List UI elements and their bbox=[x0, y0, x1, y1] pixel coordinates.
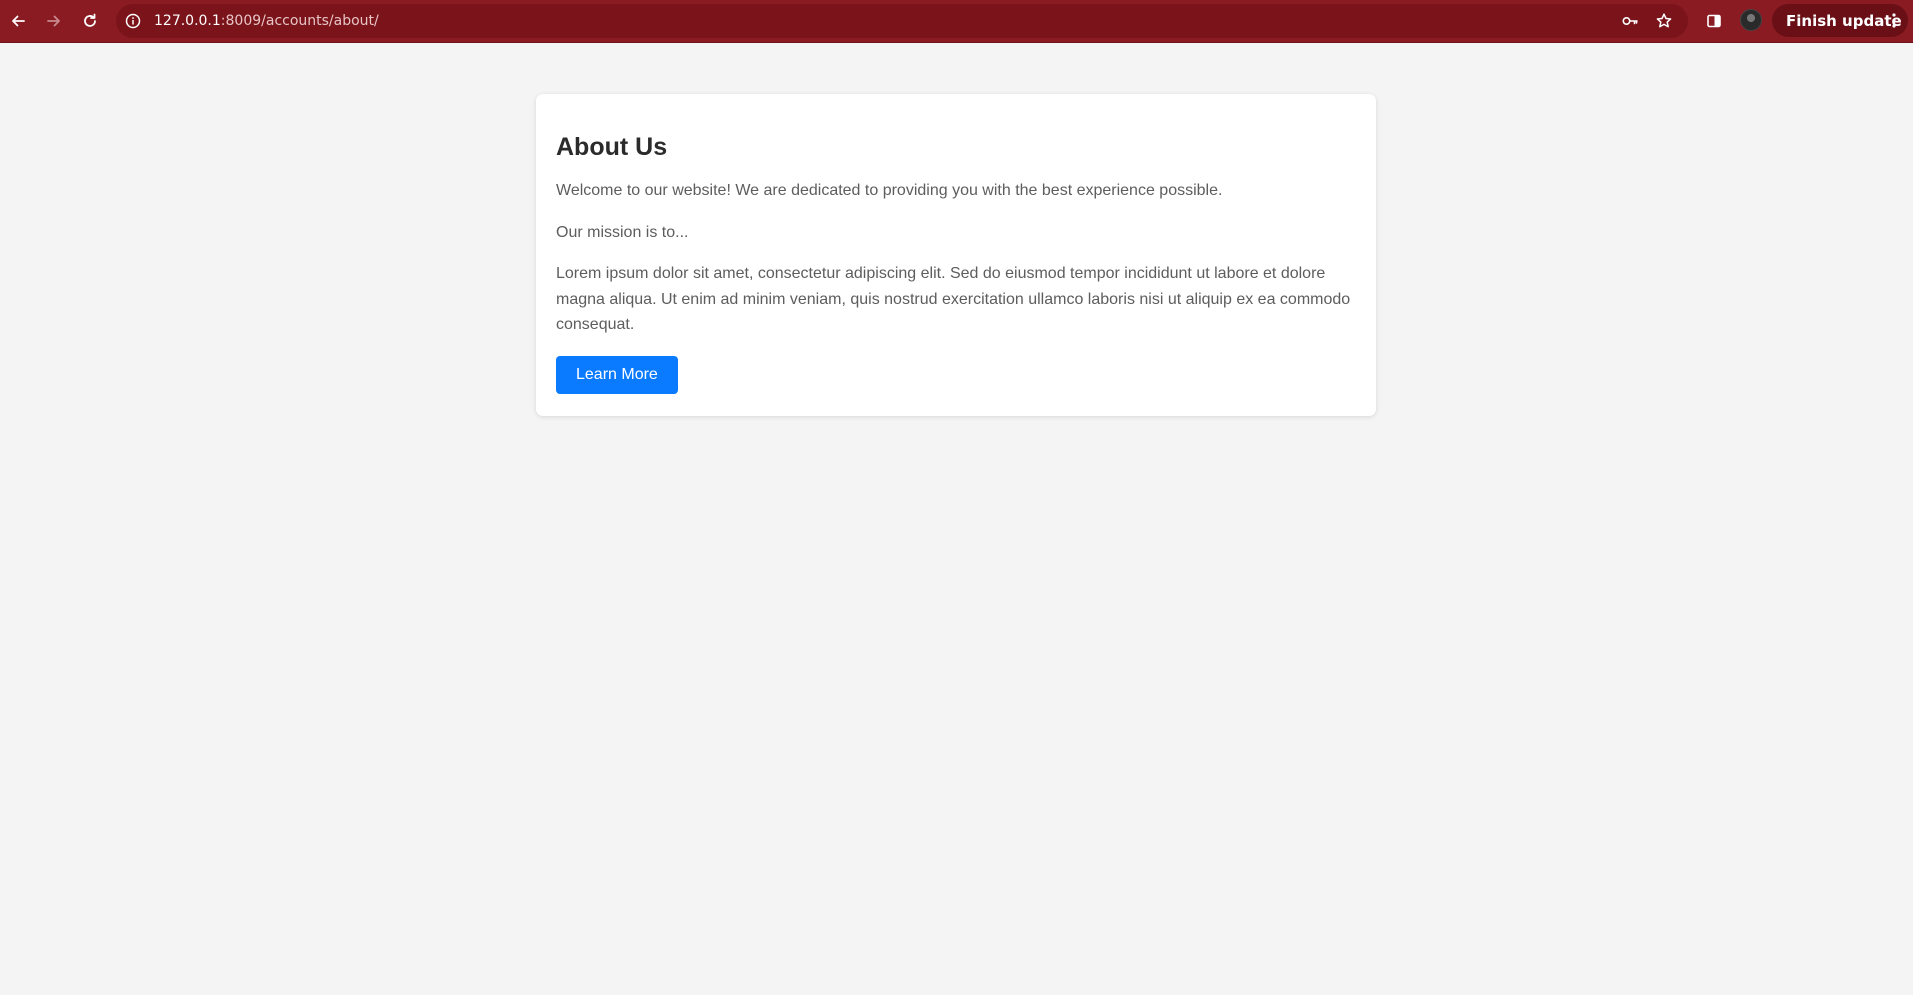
browser-toolbar: 127.0.0.1:8009/accounts/about/ Finish up… bbox=[0, 0, 1913, 43]
arrow-left-icon bbox=[12, 15, 25, 27]
reload-button[interactable] bbox=[75, 6, 105, 36]
page-title: About Us bbox=[556, 133, 668, 161]
url-host: 127.0.0.1 bbox=[154, 13, 221, 29]
about-card: About Us Welcome to our website! We are … bbox=[536, 94, 1376, 416]
body-paragraph: Lorem ipsum dolor sit amet, consectetur … bbox=[556, 265, 1351, 333]
finish-update-button[interactable]: Finish update bbox=[1772, 4, 1908, 37]
address-bar[interactable]: 127.0.0.1:8009/accounts/about/ bbox=[116, 4, 1688, 38]
reload-icon bbox=[84, 13, 96, 27]
learn-more-button[interactable]: Learn More bbox=[556, 355, 678, 394]
star-icon[interactable] bbox=[1655, 12, 1673, 30]
side-panel-button[interactable] bbox=[1700, 7, 1728, 35]
mission-paragraph: Our mission is to... bbox=[556, 223, 689, 241]
intro-paragraph: Welcome to our website! We are dedicated… bbox=[556, 182, 1223, 199]
url-path: :8009/accounts/about/ bbox=[220, 13, 379, 29]
key-icon[interactable] bbox=[1621, 12, 1639, 30]
profile-avatar[interactable] bbox=[1740, 9, 1762, 31]
side-panel-icon bbox=[1707, 14, 1721, 28]
arrow-right-icon bbox=[47, 15, 60, 27]
back-button[interactable] bbox=[3, 6, 33, 36]
kebab-menu-icon bbox=[1892, 13, 1896, 28]
finish-update-label: Finish update bbox=[1786, 11, 1902, 30]
forward-button[interactable] bbox=[39, 6, 69, 36]
info-icon[interactable] bbox=[124, 12, 142, 30]
url-text[interactable]: 127.0.0.1:8009/accounts/about/ bbox=[154, 13, 379, 29]
